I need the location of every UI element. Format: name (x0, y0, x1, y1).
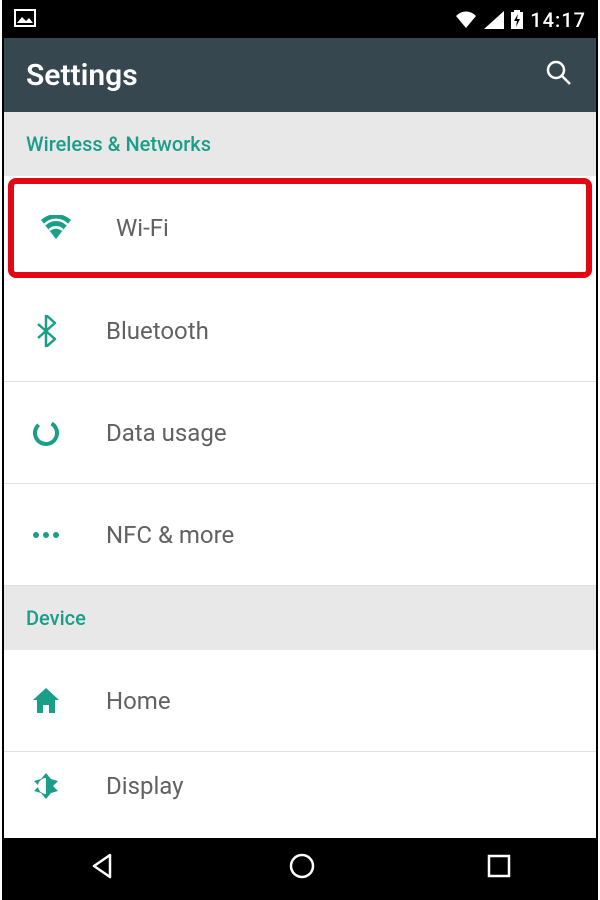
settings-item-label: Wi-Fi (116, 214, 169, 242)
settings-item-label: Home (106, 687, 171, 715)
settings-item-data-usage[interactable]: Data usage (4, 382, 596, 484)
wifi-status-icon (454, 10, 478, 30)
search-button[interactable] (544, 58, 574, 92)
gallery-notification-icon (14, 9, 36, 32)
battery-charging-icon (510, 10, 524, 30)
nav-recent-button[interactable] (486, 853, 512, 883)
home-icon (26, 688, 66, 714)
settings-item-wifi[interactable]: Wi-Fi (8, 178, 592, 278)
wifi-icon (36, 215, 76, 241)
status-time: 14:17 (530, 8, 586, 32)
settings-item-label: Data usage (106, 419, 227, 447)
bluetooth-icon (26, 315, 66, 347)
app-bar-title: Settings (26, 58, 138, 93)
data-usage-icon (26, 418, 66, 448)
navigation-bar (4, 838, 596, 898)
settings-item-label: Bluetooth (106, 317, 209, 345)
settings-item-label: Display (106, 772, 184, 800)
settings-item-label: NFC & more (106, 521, 234, 549)
section-header-device: Device (4, 586, 596, 650)
app-bar: Settings (4, 38, 596, 112)
section-header-wireless: Wireless & Networks (4, 112, 596, 176)
settings-item-home[interactable]: Home (4, 650, 596, 752)
settings-item-bluetooth[interactable]: Bluetooth (4, 280, 596, 382)
settings-item-display[interactable]: Display (4, 752, 596, 820)
nav-back-button[interactable] (88, 851, 118, 885)
more-icon (26, 530, 66, 540)
display-icon (26, 771, 66, 801)
nav-home-button[interactable] (287, 851, 317, 885)
settings-item-nfc-more[interactable]: NFC & more (4, 484, 596, 586)
settings-list: Wireless & Networks Wi-Fi Bluetooth Data… (4, 112, 596, 838)
status-bar: 14:17 (4, 2, 596, 38)
signal-status-icon (484, 11, 504, 29)
